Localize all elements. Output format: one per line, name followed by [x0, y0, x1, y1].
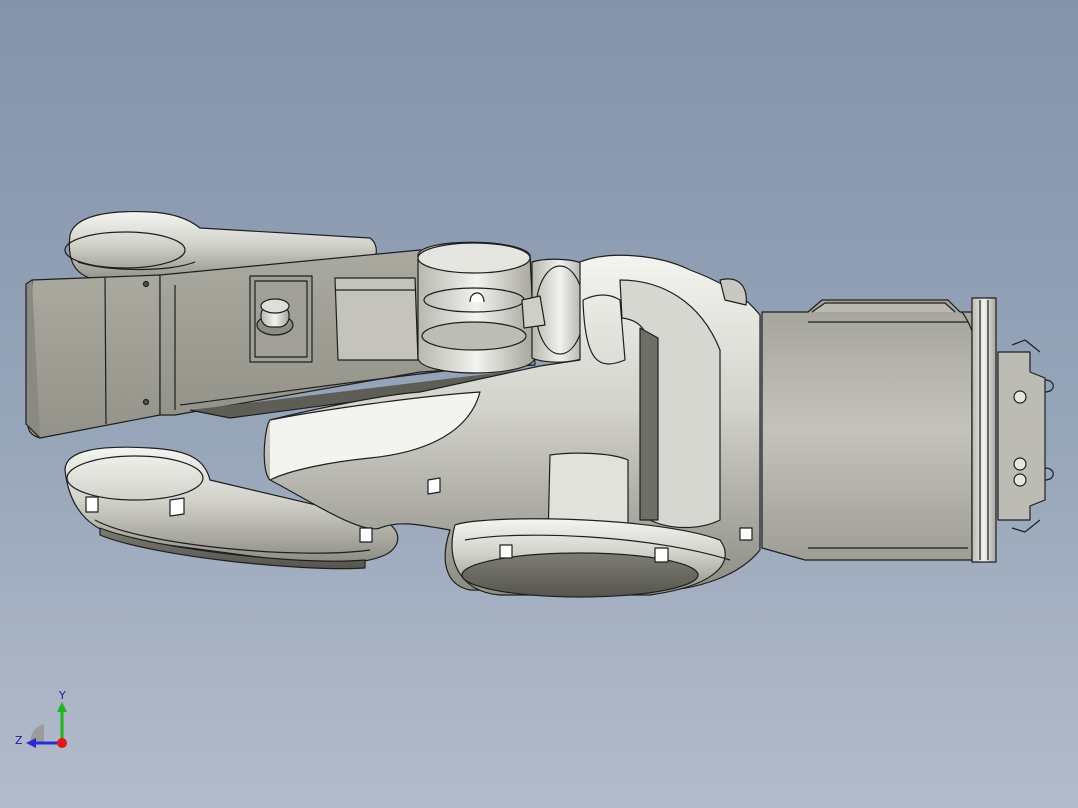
model-viewport[interactable]	[0, 0, 1078, 808]
y-axis-arrow-icon	[57, 702, 67, 712]
base-motor[interactable]	[761, 297, 997, 563]
connector-plug[interactable]	[997, 339, 1054, 533]
y-axis-label: Y	[58, 689, 66, 702]
view-orientation-triad[interactable]: Y Z	[14, 686, 74, 752]
triad-shadow	[30, 724, 44, 742]
robot-arm-model[interactable]	[25, 211, 1054, 598]
wrist-joint[interactable]	[417, 241, 536, 374]
end-housing[interactable]	[25, 274, 161, 439]
z-axis-label: Z	[15, 734, 23, 747]
x-axis-dot-icon	[57, 738, 67, 748]
joint-flange[interactable]	[521, 258, 589, 363]
bolt-icon	[256, 298, 294, 336]
